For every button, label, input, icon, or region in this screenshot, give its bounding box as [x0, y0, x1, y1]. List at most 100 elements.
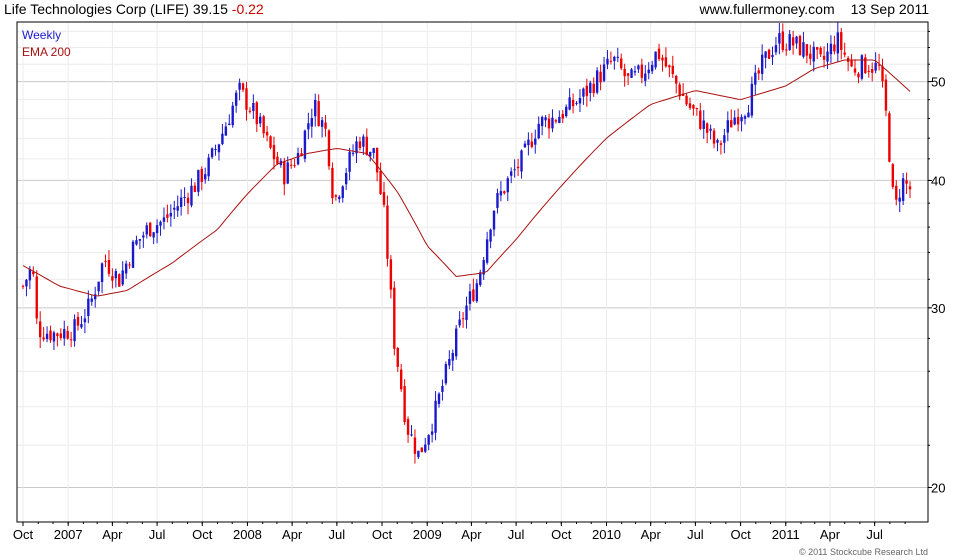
weekly-candle	[489, 228, 492, 249]
candle-body	[833, 44, 836, 52]
weekly-candle	[393, 281, 396, 356]
weekly-candle	[307, 112, 310, 140]
weekly-candle	[224, 122, 228, 136]
candle-body	[516, 166, 520, 169]
weekly-candle	[465, 296, 468, 329]
weekly-candle	[888, 111, 891, 163]
weekly-candle	[35, 270, 38, 324]
weekly-candle	[547, 113, 551, 139]
weekly-candle	[664, 47, 668, 68]
candle-body	[138, 239, 142, 241]
candle-body	[719, 143, 723, 145]
candle-body	[760, 54, 764, 74]
candle-body	[358, 141, 362, 148]
candle-body	[166, 214, 169, 218]
candle-body	[809, 53, 812, 59]
weekly-candle	[877, 53, 881, 71]
weekly-candle	[699, 103, 702, 131]
candle-body	[843, 52, 846, 55]
weekly-candle	[791, 30, 795, 55]
candle-body	[111, 276, 114, 281]
weekly-candle	[589, 80, 592, 102]
candle-body	[530, 141, 534, 147]
candle-body	[626, 73, 630, 76]
candle-body	[602, 64, 606, 81]
weekly-candle	[485, 231, 489, 265]
candle-body	[424, 444, 427, 452]
candle-body	[97, 281, 100, 292]
candle-body	[767, 49, 771, 59]
candle-body	[675, 75, 678, 84]
candle-body	[190, 185, 193, 206]
candle-body	[633, 71, 637, 73]
weekly-candle	[448, 350, 451, 370]
weekly-candle	[248, 107, 252, 114]
candle-body	[73, 319, 76, 342]
weekly-candle	[523, 140, 527, 148]
candle-body	[21, 285, 25, 287]
grid-lines	[17, 22, 928, 522]
candle-body	[781, 31, 785, 50]
candle-body	[589, 82, 592, 93]
candle-body	[406, 419, 410, 435]
weekly-candle	[241, 82, 245, 93]
weekly-candle	[840, 28, 843, 60]
candle-body	[774, 45, 778, 53]
weekly-candle	[846, 56, 850, 72]
legend-ema: EMA 200	[22, 45, 71, 59]
weekly-candle	[87, 290, 90, 324]
candle-body	[307, 123, 310, 130]
weekly-candle	[695, 107, 699, 116]
candle-body	[169, 212, 173, 217]
weekly-candle	[45, 326, 49, 343]
weekly-candle	[833, 35, 836, 55]
weekly-candle	[197, 169, 200, 197]
weekly-candle	[420, 447, 424, 453]
candle-body	[561, 114, 564, 119]
weekly-candle	[637, 64, 640, 73]
weekly-candle	[176, 195, 179, 217]
candle-body	[45, 333, 49, 340]
candle-body	[705, 123, 709, 133]
weekly-candle	[815, 46, 819, 60]
candle-body	[207, 157, 210, 177]
weekly-candle	[221, 123, 224, 146]
candle-body	[118, 274, 121, 287]
candle-body	[114, 271, 118, 279]
weekly-candle	[551, 109, 554, 133]
weekly-candle	[898, 188, 901, 213]
candle-body	[372, 148, 375, 154]
weekly-candle	[743, 114, 747, 125]
candle-body	[819, 47, 822, 55]
candle-body	[613, 56, 616, 61]
weekly-candle	[771, 46, 774, 65]
weekly-candle	[568, 88, 571, 111]
weekly-candle	[351, 144, 355, 157]
candle-body	[252, 102, 255, 112]
candle-body	[365, 136, 369, 155]
x-tick-label: Apr	[461, 527, 482, 542]
candle-body	[829, 43, 833, 55]
weekly-candle	[341, 185, 344, 203]
weekly-candle	[795, 35, 798, 49]
weekly-candle	[750, 76, 754, 118]
weekly-candle	[860, 54, 864, 81]
weekly-candle	[705, 122, 709, 144]
candle-body	[671, 65, 674, 75]
candle-body	[802, 42, 805, 57]
candle-body	[898, 197, 901, 202]
candle-body	[124, 263, 128, 274]
candle-body	[49, 330, 52, 341]
weekly-candle	[575, 101, 578, 106]
candle-body	[857, 73, 860, 78]
weekly-candle	[757, 67, 760, 81]
weekly-candle	[104, 254, 107, 268]
candle-body	[551, 117, 554, 129]
candle-body	[599, 71, 602, 83]
candle-body	[867, 70, 870, 72]
candle-body	[815, 47, 819, 50]
candle-body	[609, 60, 613, 62]
candle-body	[142, 235, 145, 238]
weekly-candle	[63, 320, 66, 346]
candle-body	[582, 88, 585, 97]
